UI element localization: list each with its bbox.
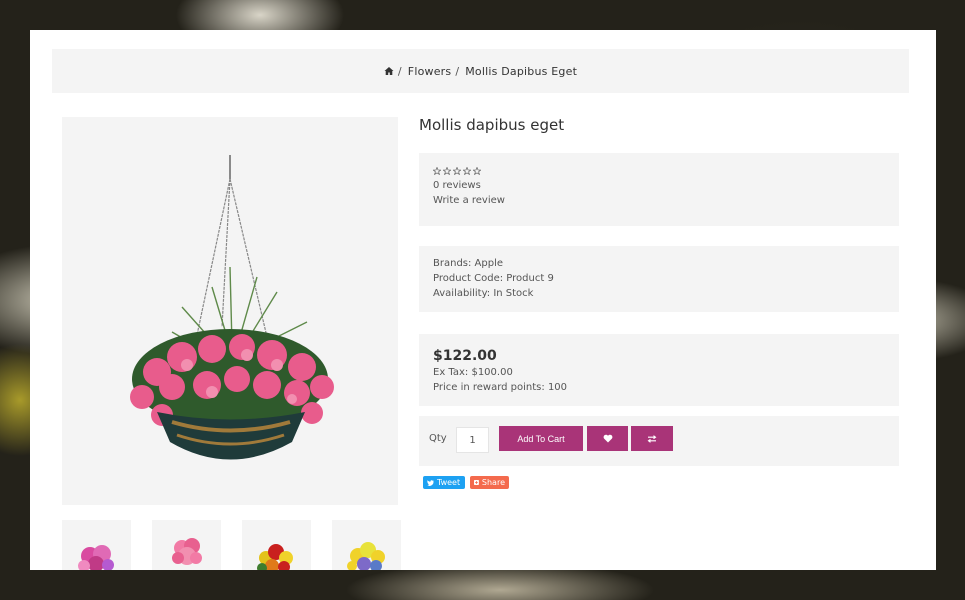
breadcrumb-item-flowers[interactable]: Flowers bbox=[408, 65, 452, 78]
write-review-link[interactable]: Write a review bbox=[433, 195, 505, 206]
brand-text: Brands: Apple bbox=[433, 258, 504, 269]
rating-box: 0 reviews Write a review bbox=[419, 153, 899, 226]
thumbnail-1[interactable] bbox=[62, 520, 131, 570]
thumbnail-image bbox=[78, 545, 114, 570]
star-empty-icon bbox=[443, 167, 451, 175]
reward-points-text: Price in reward points: 100 bbox=[433, 382, 568, 393]
breadcrumb: / Flowers / Mollis Dapibus Eget bbox=[52, 49, 909, 93]
availability-text: Availability: In Stock bbox=[433, 288, 534, 299]
thumbnail-4[interactable] bbox=[332, 520, 401, 570]
thumbnail-image bbox=[257, 544, 293, 570]
product-info-box: Brands: Apple Product Code: Product 9 Av… bbox=[419, 246, 899, 312]
wishlist-button[interactable] bbox=[587, 426, 628, 451]
add-to-cart-button[interactable]: Add To Cart bbox=[499, 426, 583, 451]
share-button[interactable]: Share bbox=[470, 476, 509, 489]
product-panel: / Flowers / Mollis Dapibus Eget Mollis d… bbox=[30, 30, 936, 570]
tweet-label: Tweet bbox=[437, 478, 461, 487]
product-price: $122.00 bbox=[433, 348, 497, 364]
star-empty-icon bbox=[453, 167, 461, 175]
star-empty-icon bbox=[463, 167, 471, 175]
exchange-icon bbox=[647, 434, 657, 443]
thumbnail-3[interactable] bbox=[242, 520, 311, 570]
qty-label: Qty bbox=[429, 433, 447, 444]
product-thumbnails bbox=[62, 520, 402, 570]
thumbnail-image bbox=[172, 538, 202, 565]
quantity-input[interactable]: 1 bbox=[456, 427, 489, 453]
cart-box: Qty 1 Add To Cart bbox=[419, 416, 899, 466]
home-icon[interactable] bbox=[384, 66, 394, 76]
compare-button[interactable] bbox=[631, 426, 673, 451]
thumbnail-image bbox=[347, 542, 385, 570]
plus-share-icon bbox=[474, 480, 479, 485]
twitter-icon bbox=[427, 479, 434, 486]
thumbnail-2[interactable] bbox=[152, 520, 221, 570]
breadcrumb-item-current[interactable]: Mollis Dapibus Eget bbox=[465, 65, 577, 78]
star-empty-icon bbox=[433, 167, 441, 175]
price-box: $122.00 Ex Tax: $100.00 Price in reward … bbox=[419, 334, 899, 406]
breadcrumb-separator: / bbox=[455, 64, 460, 78]
ex-tax-text: Ex Tax: $100.00 bbox=[433, 367, 513, 378]
star-rating bbox=[433, 167, 481, 175]
product-main-image[interactable] bbox=[62, 117, 398, 505]
product-title: Mollis dapibus eget bbox=[419, 116, 565, 134]
hanging-basket-image bbox=[130, 155, 334, 460]
heart-icon bbox=[603, 434, 612, 443]
star-empty-icon bbox=[473, 167, 481, 175]
breadcrumb-separator: / bbox=[397, 64, 402, 78]
product-code-text: Product Code: Product 9 bbox=[433, 273, 554, 284]
reviews-count-link[interactable]: 0 reviews bbox=[433, 180, 481, 191]
tweet-button[interactable]: Tweet bbox=[423, 476, 465, 489]
share-label: Share bbox=[481, 478, 505, 487]
